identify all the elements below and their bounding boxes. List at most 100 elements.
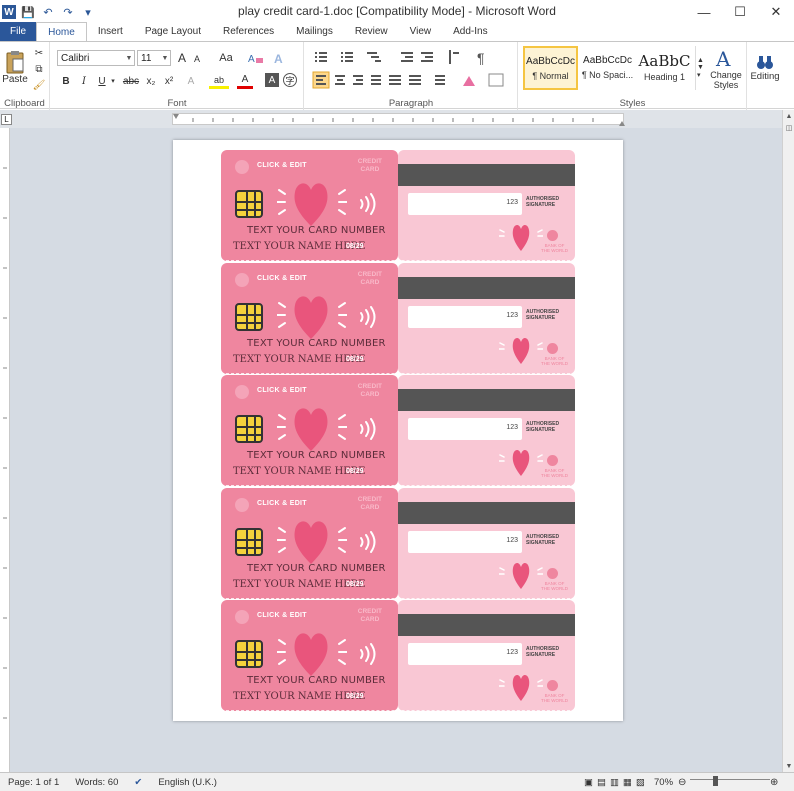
- document-page[interactable]: CLICK & EDIT CREDIT CARD TEXT YOUR CARD N…: [173, 140, 623, 721]
- ruler-ticks: [173, 114, 625, 126]
- shrink-font-button[interactable]: A: [191, 52, 203, 66]
- credit-card-row[interactable]: CLICK & EDIT CREDIT CARD TEXT YOUR CARD N…: [221, 487, 575, 599]
- horizontal-ruler[interactable]: [172, 113, 625, 126]
- strikethrough-button[interactable]: abc: [121, 73, 141, 89]
- character-shading-button[interactable]: A: [265, 73, 279, 87]
- credit-card-row[interactable]: CLICK & EDIT CREDIT CARD TEXT YOUR CARD N…: [221, 262, 575, 374]
- credit-card-row[interactable]: CLICK & EDIT CREDIT CARD TEXT YOUR CARD N…: [221, 150, 575, 261]
- tab-review[interactable]: Review: [344, 22, 399, 41]
- tab-references[interactable]: References: [212, 22, 285, 41]
- subscript-button[interactable]: x₂: [143, 73, 159, 89]
- paste-button[interactable]: Paste: [2, 44, 28, 90]
- font-size-select[interactable]: 11 ▼: [137, 50, 171, 66]
- card-back[interactable]: 123 AUTHORISED SIGNATURE BANK OF THE WORLD: [398, 150, 575, 261]
- globe-icon: [547, 680, 558, 691]
- underline-button[interactable]: U: [95, 73, 109, 89]
- scroll-down-icon[interactable]: ▼: [783, 760, 794, 772]
- font-name-select[interactable]: Calibri ▼: [57, 50, 135, 66]
- card-back[interactable]: 123 AUTHORISED SIGNATURE BANK OF THE WORLD: [398, 487, 575, 599]
- zoom-in-icon[interactable]: ⊕: [770, 777, 778, 788]
- text-effects-icon[interactable]: A: [271, 50, 289, 66]
- globe-icon: [235, 610, 249, 624]
- zoom-level[interactable]: 70%: [646, 777, 681, 788]
- bank-slogan: BANK OF THE WORLD: [541, 581, 568, 591]
- enclose-characters-button[interactable]: 字: [283, 73, 297, 87]
- maximize-button[interactable]: ☐: [722, 0, 758, 24]
- bold-button[interactable]: B: [59, 73, 73, 89]
- zoom-slider[interactable]: [690, 779, 770, 783]
- grow-font-button[interactable]: A: [175, 50, 189, 66]
- card-back[interactable]: 123 AUTHORISED SIGNATURE BANK OF THE WORLD: [398, 600, 575, 711]
- cut-icon[interactable]: ✂: [32, 46, 46, 60]
- customize-qat-icon[interactable]: ▾: [80, 4, 96, 20]
- style-heading-1-preview: AaBbC: [638, 52, 691, 70]
- card-number-text[interactable]: TEXT YOUR CARD NUMBER: [247, 450, 386, 461]
- card-front[interactable]: CLICK & EDIT CREDIT CARD TEXT YOUR CARD N…: [221, 262, 398, 374]
- copy-icon[interactable]: ⧉: [32, 62, 46, 76]
- underline-dropdown-icon[interactable]: ▾: [109, 73, 117, 89]
- card-front[interactable]: CLICK & EDIT CREDIT CARD TEXT YOUR CARD N…: [221, 150, 398, 261]
- vertical-ruler[interactable]: [0, 128, 10, 772]
- tab-add-ins[interactable]: Add-Ins: [442, 22, 498, 41]
- font-color-button[interactable]: A: [237, 73, 253, 89]
- tab-mailings[interactable]: Mailings: [285, 22, 344, 41]
- view-buttons[interactable]: ▣▤▥▦▧: [576, 777, 657, 788]
- editing-button[interactable]: Editing: [750, 44, 780, 90]
- redo-icon[interactable]: ↷: [60, 4, 76, 20]
- card-number-text[interactable]: TEXT YOUR CARD NUMBER: [247, 225, 386, 236]
- style-normal-preview: AaBbCcDc: [526, 56, 575, 67]
- card-back[interactable]: 123 AUTHORISED SIGNATURE BANK OF THE WORLD: [398, 375, 575, 486]
- card-number-text[interactable]: TEXT YOUR CARD NUMBER: [247, 563, 386, 574]
- style-heading-1[interactable]: AaBbC Heading 1: [637, 46, 692, 90]
- change-styles-button[interactable]: A Change Styles: [707, 44, 745, 94]
- paragraph-tools-icon: ¶: [312, 50, 504, 89]
- scroll-up-icon[interactable]: ▲: [783, 110, 794, 122]
- word-count[interactable]: Words: 60: [67, 777, 126, 788]
- view-ruler-icon[interactable]: ◫: [783, 122, 794, 134]
- card-front[interactable]: CLICK & EDIT CREDIT CARD TEXT YOUR CARD N…: [221, 600, 398, 711]
- change-case-button[interactable]: Aa: [215, 50, 237, 66]
- vertical-scrollbar[interactable]: ▲ ◫ ▼: [782, 110, 794, 772]
- minimize-button[interactable]: —: [686, 0, 722, 24]
- card-label: CARD: [360, 503, 380, 511]
- clear-formatting-icon[interactable]: A: [247, 50, 265, 66]
- text-effects-button[interactable]: A: [183, 73, 199, 89]
- globe-icon: [547, 342, 558, 354]
- card-label: CARD: [360, 391, 380, 398]
- highlight-button[interactable]: ab: [209, 73, 229, 89]
- card-front[interactable]: CLICK & EDIT CREDIT CARD TEXT YOUR CARD N…: [221, 375, 398, 486]
- styles-scroll-button[interactable]: ▲ ▼ ▾: [695, 46, 705, 90]
- tab-home[interactable]: Home: [36, 22, 87, 41]
- tab-page-layout[interactable]: Page Layout: [134, 22, 212, 41]
- credit-card-label: CREDIT CARD: [358, 383, 382, 399]
- cut-line: [221, 260, 575, 261]
- tab-selector-button[interactable]: L: [1, 114, 12, 125]
- font-group: Calibri ▼ 11 ▼ A A Aa A A B I U ▾ abc x₂ x…: [51, 42, 304, 110]
- tab-view[interactable]: View: [399, 22, 443, 41]
- format-painter-icon[interactable]: 🖌: [32, 78, 46, 92]
- language-indicator[interactable]: English (U.K.): [150, 777, 225, 788]
- italic-button[interactable]: I: [77, 73, 91, 89]
- proofing-icon[interactable]: ✔: [126, 777, 150, 788]
- card-front[interactable]: CLICK & EDIT CREDIT CARD TEXT YOUR CARD N…: [221, 487, 398, 599]
- tab-file[interactable]: File: [0, 22, 37, 41]
- ribbon-tabs: File Home Insert Page Layout References …: [0, 22, 794, 41]
- save-icon[interactable]: 💾: [20, 4, 36, 20]
- superscript-button[interactable]: x²: [161, 73, 177, 89]
- credit-card-row[interactable]: CLICK & EDIT CREDIT CARD TEXT YOUR CARD N…: [221, 375, 575, 486]
- style-no-spacing-preview: AaBbCcDc: [583, 55, 632, 66]
- clipboard-group: Paste ✂ ⧉ 🖌 Clipboard: [0, 42, 50, 110]
- chip-icon: [235, 415, 263, 443]
- undo-icon[interactable]: ↶: [40, 4, 56, 20]
- card-number-text[interactable]: TEXT YOUR CARD NUMBER: [247, 338, 386, 349]
- zoom-slider-thumb[interactable]: [713, 776, 718, 786]
- card-number-text[interactable]: TEXT YOUR CARD NUMBER: [247, 675, 386, 686]
- card-back[interactable]: 123 AUTHORISED SIGNATURE BANK OF THE WORLD: [398, 262, 575, 374]
- style-no-spacing[interactable]: AaBbCcDc ¶ No Spaci...: [580, 46, 635, 90]
- zoom-out-icon[interactable]: ⊖: [678, 777, 686, 788]
- page-count[interactable]: Page: 1 of 1: [0, 777, 67, 788]
- close-button[interactable]: ✕: [758, 0, 794, 24]
- tab-insert[interactable]: Insert: [87, 22, 134, 41]
- style-normal[interactable]: AaBbCcDc ¶ Normal: [523, 46, 578, 90]
- credit-card-row[interactable]: CLICK & EDIT CREDIT CARD TEXT YOUR CARD N…: [221, 600, 575, 711]
